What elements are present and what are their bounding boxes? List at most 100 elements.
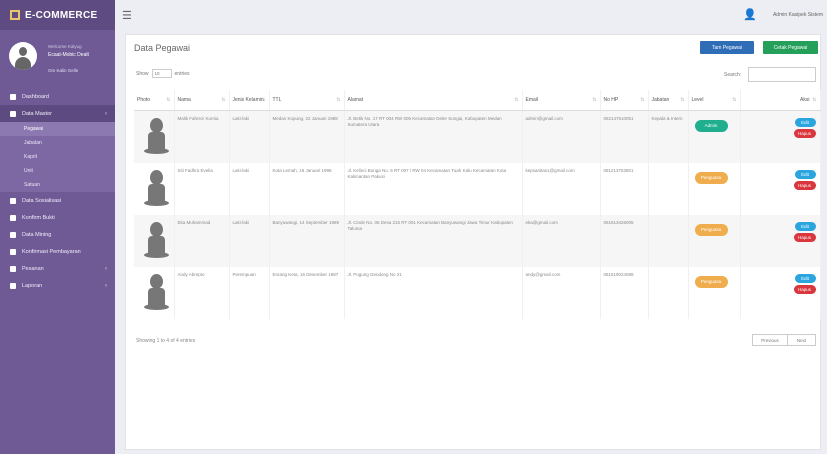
edit-button[interactable]: Edit [794, 169, 816, 179]
col-aksi[interactable]: Aksi ⇅ [740, 90, 821, 111]
cart-icon [10, 265, 16, 272]
brand-logo-icon [10, 10, 20, 20]
col-jenis-kelamin[interactable]: Jenis Kelamin ⇅ [229, 90, 270, 111]
cell-nama: Siti Fadhra Evelia [174, 162, 230, 215]
user-photo-icon [141, 116, 171, 158]
level-badge: Penguasa [694, 275, 728, 288]
submenu-item-jabatan[interactable]: Jabatan [0, 136, 115, 150]
check-icon [10, 214, 16, 221]
cell-jabatan [648, 162, 689, 215]
delete-button[interactable]: Hapus [793, 284, 816, 294]
table-row: Siti Fadhra Evelia Laki-laki Kota Lemah,… [134, 162, 821, 215]
cell-nama: Andy Abrepto [174, 266, 230, 319]
submenu-item-kaprit[interactable]: Kaprit [0, 150, 115, 164]
search-input[interactable] [748, 67, 816, 82]
cell-alamat: Jl. Betik No. 17 RT 004 RW 005 Kecamatan… [344, 110, 523, 163]
level-badge: Penguasa [694, 171, 728, 184]
cell-nama: Eka Muhammad [174, 214, 230, 267]
col-level[interactable]: Level ⇅ [688, 90, 741, 111]
brand-name: E-COMMERCE [25, 9, 98, 21]
print-pegawai-button[interactable]: Cetak Pegawai [763, 41, 818, 54]
brand[interactable]: E-COMMERCE [0, 0, 115, 30]
add-pegawai-button[interactable]: Tam Pegawai [700, 41, 754, 54]
cell-jabatan: Kepala & Intern [648, 110, 689, 163]
edit-button[interactable]: Edit [794, 273, 816, 283]
topbar: ☰ 👤 Admin Kasipek Sistem [115, 0, 827, 30]
submenu-item-satuan[interactable]: Satuan [0, 178, 115, 192]
edit-button[interactable]: Edit [794, 221, 816, 231]
sidebar-item-sosialisasi[interactable]: Data Sosialisasi [0, 192, 115, 209]
col-no-hp[interactable]: No HP ⇅ [600, 90, 649, 111]
col-ttl[interactable]: TTL ⇅ [269, 90, 345, 111]
delete-button[interactable]: Hapus [793, 128, 816, 138]
search-label: Search: [724, 72, 742, 78]
user-name[interactable]: Admin Kasipek Sistem [773, 12, 823, 18]
submenu-item-unit[interactable]: Unit [0, 164, 115, 178]
cell-email: admin@gmail.com [522, 110, 601, 163]
sidebar-item-pesanan[interactable]: Pesanan ‹ [0, 260, 115, 277]
main-panel: Data Pegawai Tam Pegawai Cetak Pegawai S… [125, 34, 821, 450]
table-row: Andy Abrepto Perempuan Enrang Keta, 16 D… [134, 266, 821, 319]
sidebar-item-data-master[interactable]: Data Master ‹ [0, 105, 115, 122]
page-length-select[interactable]: 10 [151, 69, 172, 78]
cell-hp: 082147510051 [600, 110, 649, 163]
pegawai-table: Photo ⇅ Nama ⇅ Jenis Kelamin ⇅ TTL ⇅ Alamat ⇅… [134, 90, 821, 319]
report-icon [10, 282, 16, 289]
welcome-text: Welcome Kalyug [48, 44, 82, 49]
col-nama[interactable]: Nama ⇅ [174, 90, 230, 111]
cell-jk: Laki-laki [229, 110, 270, 163]
chevron-left-icon: ‹ [105, 282, 107, 289]
level-badge: Penguasa [694, 223, 728, 236]
cell-ttl: Banyuwangi, 14 September 1989 [269, 214, 345, 267]
cell-hp: 081213753801 [600, 162, 649, 215]
user-profile: Welcome Kalyug Ecaat-Mobic Dealt Om Kali… [0, 30, 115, 88]
edit-button[interactable]: Edit [794, 117, 816, 127]
table-row: Malik Fahrezi Kurnia Laki-laki Medan Kop… [134, 110, 821, 163]
data-master-submenu: Pegawai Jabatan Kaprit Unit Satuan [0, 122, 115, 192]
cell-email: andy@gmail.com [522, 266, 601, 319]
avatar [9, 42, 37, 70]
cell-ttl: Kota Lemah, 18 Januari 1998 [269, 162, 345, 215]
sidebar-item-laporan[interactable]: Laporan ‹ [0, 277, 115, 294]
cell-email: eka@gmail.com [522, 214, 601, 267]
user-photo-icon [141, 220, 171, 262]
user-icon[interactable]: 👤 [743, 8, 757, 21]
col-photo[interactable]: Photo ⇅ [134, 90, 175, 111]
col-alamat[interactable]: Alamat ⇅ [344, 90, 523, 111]
sidebar-nav: Dashboard Data Master ‹ Pegawai Jabatan K… [0, 88, 115, 294]
previous-button[interactable]: Previous [752, 334, 788, 346]
chevron-left-icon: ‹ [105, 110, 107, 117]
submenu-item-pegawai[interactable]: Pegawai [0, 122, 115, 136]
sidebar-item-konfirm-bukti[interactable]: Konfirm Bukti [0, 209, 115, 226]
sidebar-item-dashboard[interactable]: Dashboard [0, 88, 115, 105]
user-photo-icon [141, 168, 171, 210]
cell-jk: Laki-laki [229, 162, 270, 215]
sidebar-item-data-mining[interactable]: Data Mining [0, 226, 115, 243]
cell-ttl: Medan Kopung, 22 Januari 1988 [269, 110, 345, 163]
col-email[interactable]: Email ⇅ [522, 90, 601, 111]
cell-jabatan [648, 266, 689, 319]
table-header: Photo ⇅ Nama ⇅ Jenis Kelamin ⇅ TTL ⇅ Alamat ⇅… [134, 90, 821, 111]
cell-alamat: Jl. Cinde No. 06 Desa 215 RT 001 Kecamat… [344, 214, 523, 267]
col-jabatan[interactable]: Jabatan ⇅ [648, 90, 689, 111]
pagination: Previous Next [752, 334, 816, 346]
database-icon [10, 110, 16, 117]
cell-nama: Malik Fahrezi Kurnia [174, 110, 230, 163]
menu-toggle-icon[interactable]: ☰ [122, 9, 132, 22]
cell-ttl: Enrang Keta, 16 Desember 1987 [269, 266, 345, 319]
cell-alamat: Jl. Pogung Gendong No 21 [344, 266, 523, 319]
share-icon [10, 231, 16, 238]
delete-button[interactable]: Hapus [793, 232, 816, 242]
cell-jk: Perempuan [229, 266, 270, 319]
user-photo-icon [141, 272, 171, 314]
page-title: Data Pegawai [134, 43, 191, 53]
profile-status: Om Kalin Gelle [48, 68, 79, 73]
chevron-left-icon: ‹ [105, 265, 107, 272]
next-button[interactable]: Next [788, 334, 816, 346]
delete-button[interactable]: Hapus [793, 180, 816, 190]
sidebar-item-konfirmasi-pembayaran[interactable]: Konfirmasi Pembayaran [0, 243, 115, 260]
table-info: Showing 1 to 4 of 4 entries [136, 338, 196, 344]
money-icon [10, 248, 16, 255]
sidebar: E-COMMERCE Welcome Kalyug Ecaat-Mobic De… [0, 0, 115, 454]
dashboard-icon [10, 93, 16, 100]
